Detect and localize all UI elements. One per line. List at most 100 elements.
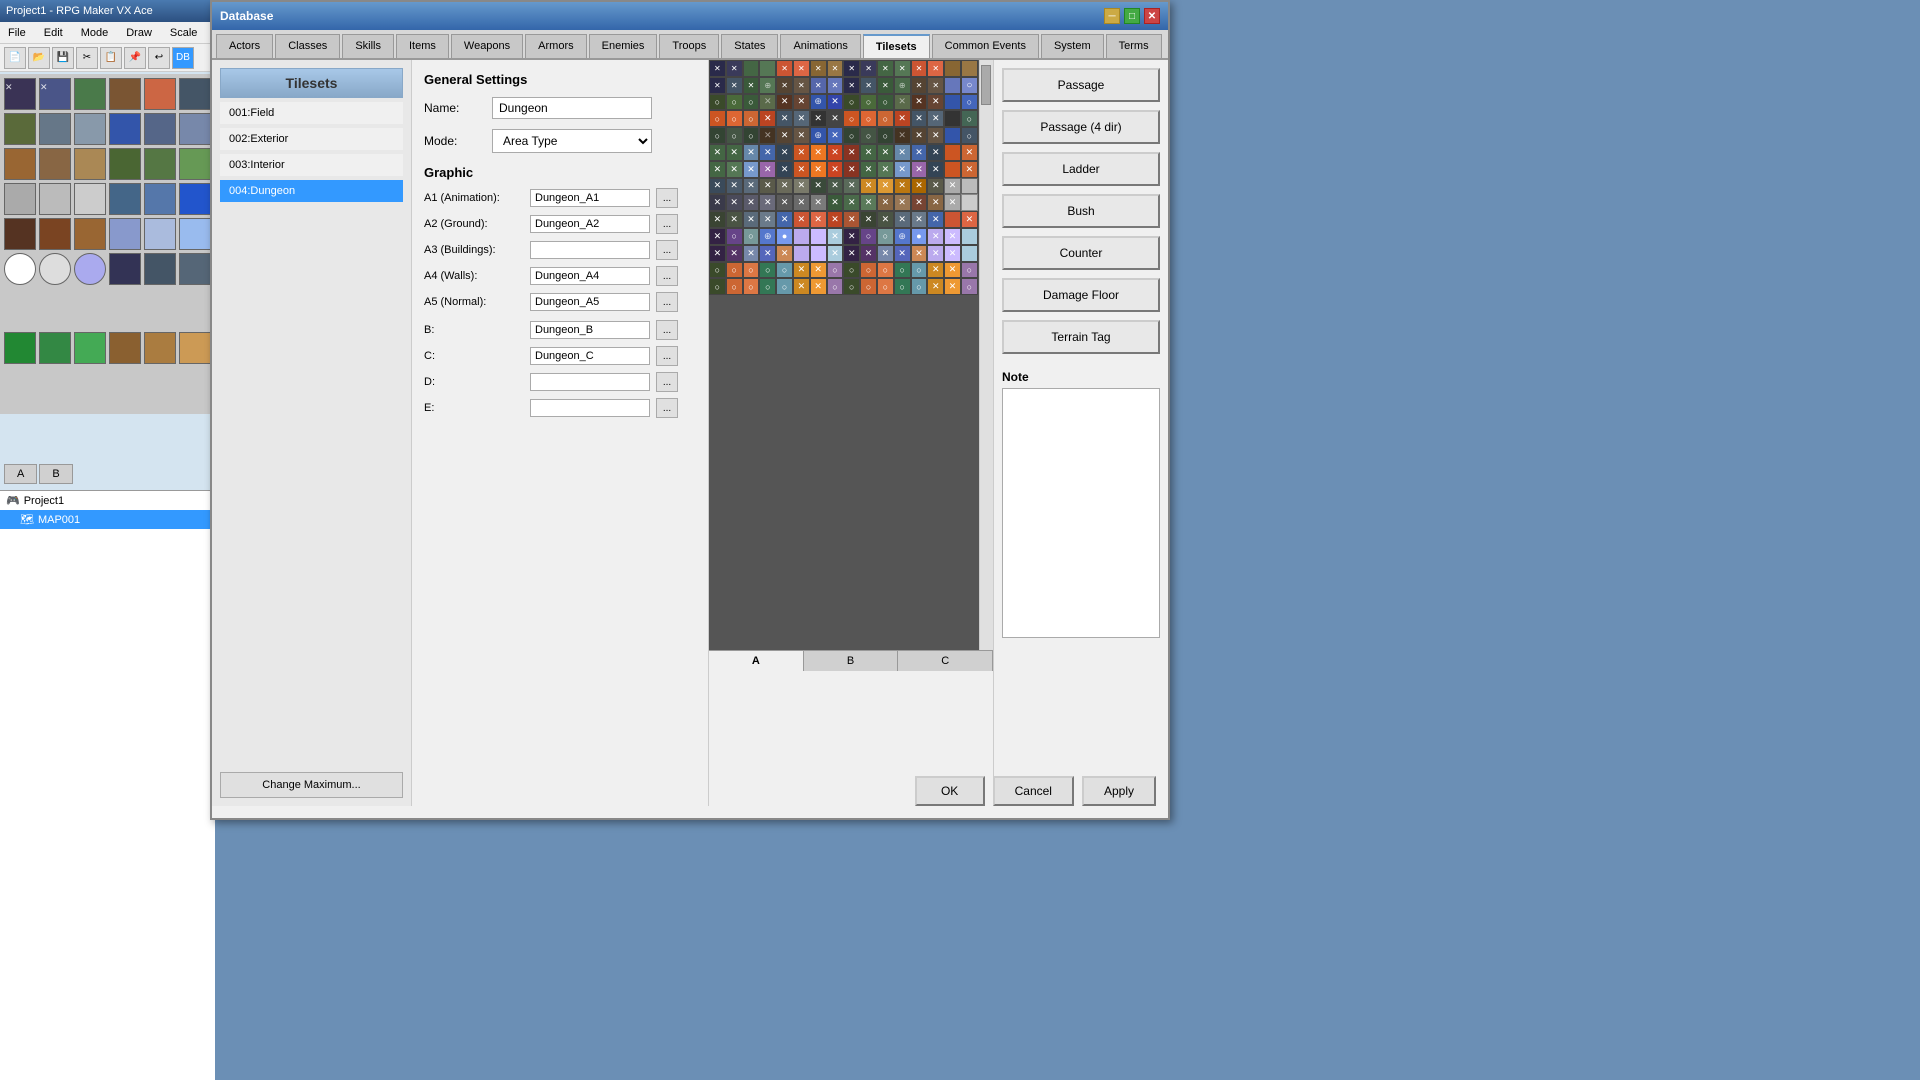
tile-cell[interactable] xyxy=(74,78,106,110)
tile-cell[interactable] xyxy=(39,113,71,145)
tile-cell[interactable] xyxy=(4,78,36,110)
passage-button[interactable]: Passage xyxy=(1002,68,1160,102)
menu-file[interactable]: File xyxy=(4,25,30,41)
tile-cell[interactable] xyxy=(179,148,211,180)
a3-input[interactable] xyxy=(530,241,650,259)
tileset-item-001[interactable]: 001:Field xyxy=(220,102,403,124)
tile-cell[interactable] xyxy=(39,183,71,215)
tile-cell[interactable] xyxy=(179,113,211,145)
tile-cell[interactable] xyxy=(4,332,36,364)
tile-cell[interactable] xyxy=(74,113,106,145)
a4-browse[interactable]: ... xyxy=(656,266,678,286)
d-input[interactable] xyxy=(530,373,650,391)
tab-actors[interactable]: Actors xyxy=(216,34,273,58)
cancel-button[interactable]: Cancel xyxy=(993,776,1074,806)
tile-cell[interactable] xyxy=(144,113,176,145)
d-browse[interactable]: ... xyxy=(656,372,678,392)
tile-cell[interactable] xyxy=(4,183,36,215)
tile-cell[interactable] xyxy=(4,113,36,145)
tab-armors[interactable]: Armors xyxy=(525,34,586,58)
tile-cell[interactable] xyxy=(179,78,211,110)
counter-button[interactable]: Counter xyxy=(1002,236,1160,270)
a5-browse[interactable]: ... xyxy=(656,292,678,312)
tile-cell[interactable] xyxy=(4,253,36,285)
save-btn[interactable]: 💾 xyxy=(52,47,74,69)
bush-button[interactable]: Bush xyxy=(1002,194,1160,228)
menu-draw[interactable]: Draw xyxy=(122,25,156,41)
tile-cell[interactable] xyxy=(144,218,176,250)
tile-cell[interactable] xyxy=(39,78,71,110)
a2-browse[interactable]: ... xyxy=(656,214,678,234)
db-btn[interactable]: DB xyxy=(172,47,194,69)
tile-cell[interactable] xyxy=(74,183,106,215)
tile-cell[interactable] xyxy=(39,253,71,285)
tile-cell[interactable] xyxy=(179,218,211,250)
tile-cell[interactable] xyxy=(74,253,106,285)
c-browse[interactable]: ... xyxy=(656,346,678,366)
tile-cell[interactable] xyxy=(179,253,211,285)
a3-browse[interactable]: ... xyxy=(656,240,678,260)
b-input[interactable] xyxy=(530,321,650,339)
tile-cell[interactable] xyxy=(109,218,141,250)
a5-input[interactable] xyxy=(530,293,650,311)
tile-cell[interactable] xyxy=(74,332,106,364)
tile-grid[interactable]: ✕ ✕ ✕ ✕ ✕ ✕ ✕ ✕ ✕ ✕ ✕ ✕ xyxy=(709,60,979,650)
e-input[interactable] xyxy=(530,399,650,417)
tileset-item-003[interactable]: 003:Interior xyxy=(220,154,403,176)
tile-cell[interactable] xyxy=(39,148,71,180)
apply-button[interactable]: Apply xyxy=(1082,776,1156,806)
tile-cell[interactable] xyxy=(4,148,36,180)
tab-skills[interactable]: Skills xyxy=(342,34,394,58)
open-btn[interactable]: 📂 xyxy=(28,47,50,69)
undo-btn[interactable]: ↩ xyxy=(148,47,170,69)
tab-system[interactable]: System xyxy=(1041,34,1104,58)
tab-enemies[interactable]: Enemies xyxy=(589,34,658,58)
tile-cell[interactable] xyxy=(179,332,211,364)
tile-tab-b[interactable]: B xyxy=(804,651,899,671)
map-item[interactable]: 🗺 MAP001 xyxy=(0,510,215,529)
menu-mode[interactable]: Mode xyxy=(77,25,113,41)
tile-cell[interactable] xyxy=(109,183,141,215)
tile-cell[interactable] xyxy=(179,183,211,215)
menu-scale[interactable]: Scale xyxy=(166,25,202,41)
cut-btn[interactable]: ✂ xyxy=(76,47,98,69)
tile-cell[interactable] xyxy=(74,148,106,180)
maximize-btn[interactable]: □ xyxy=(1124,8,1140,24)
a4-input[interactable] xyxy=(530,267,650,285)
tile-cell[interactable] xyxy=(39,332,71,364)
new-btn[interactable]: 📄 xyxy=(4,47,26,69)
tab-states[interactable]: States xyxy=(721,34,778,58)
tile-cell[interactable] xyxy=(144,183,176,215)
tab-troops[interactable]: Troops xyxy=(659,34,719,58)
mode-select[interactable]: Area Type xyxy=(492,129,652,153)
tile-cell[interactable] xyxy=(144,253,176,285)
name-input[interactable] xyxy=(492,97,652,119)
tile-cell[interactable] xyxy=(4,218,36,250)
e-browse[interactable]: ... xyxy=(656,398,678,418)
ok-button[interactable]: OK xyxy=(915,776,985,806)
note-textarea[interactable] xyxy=(1002,388,1160,638)
menu-edit[interactable]: Edit xyxy=(40,25,67,41)
tileset-item-002[interactable]: 002:Exterior xyxy=(220,128,403,150)
terrain-tag-button[interactable]: Terrain Tag xyxy=(1002,320,1160,354)
tab-weapons[interactable]: Weapons xyxy=(451,34,523,58)
tile-cell[interactable] xyxy=(109,78,141,110)
ladder-button[interactable]: Ladder xyxy=(1002,152,1160,186)
tab-classes[interactable]: Classes xyxy=(275,34,340,58)
project-root[interactable]: 🎮 Project1 xyxy=(0,491,215,510)
a1-browse[interactable]: ... xyxy=(656,188,678,208)
tile-cell[interactable] xyxy=(109,113,141,145)
left-tab-a[interactable]: A xyxy=(4,464,37,484)
left-tab-b[interactable]: B xyxy=(39,464,72,484)
a2-input[interactable] xyxy=(530,215,650,233)
tileset-item-004[interactable]: 004:Dungeon xyxy=(220,180,403,202)
tile-cell[interactable] xyxy=(74,218,106,250)
tile-cell[interactable] xyxy=(109,332,141,364)
a1-input[interactable] xyxy=(530,189,650,207)
tab-items[interactable]: Items xyxy=(396,34,449,58)
tile-tab-c[interactable]: C xyxy=(898,651,993,671)
tab-terms[interactable]: Terms xyxy=(1106,34,1162,58)
tile-tab-a[interactable]: A xyxy=(709,651,804,671)
minimize-btn[interactable]: ─ xyxy=(1104,8,1120,24)
copy-btn[interactable]: 📋 xyxy=(100,47,122,69)
